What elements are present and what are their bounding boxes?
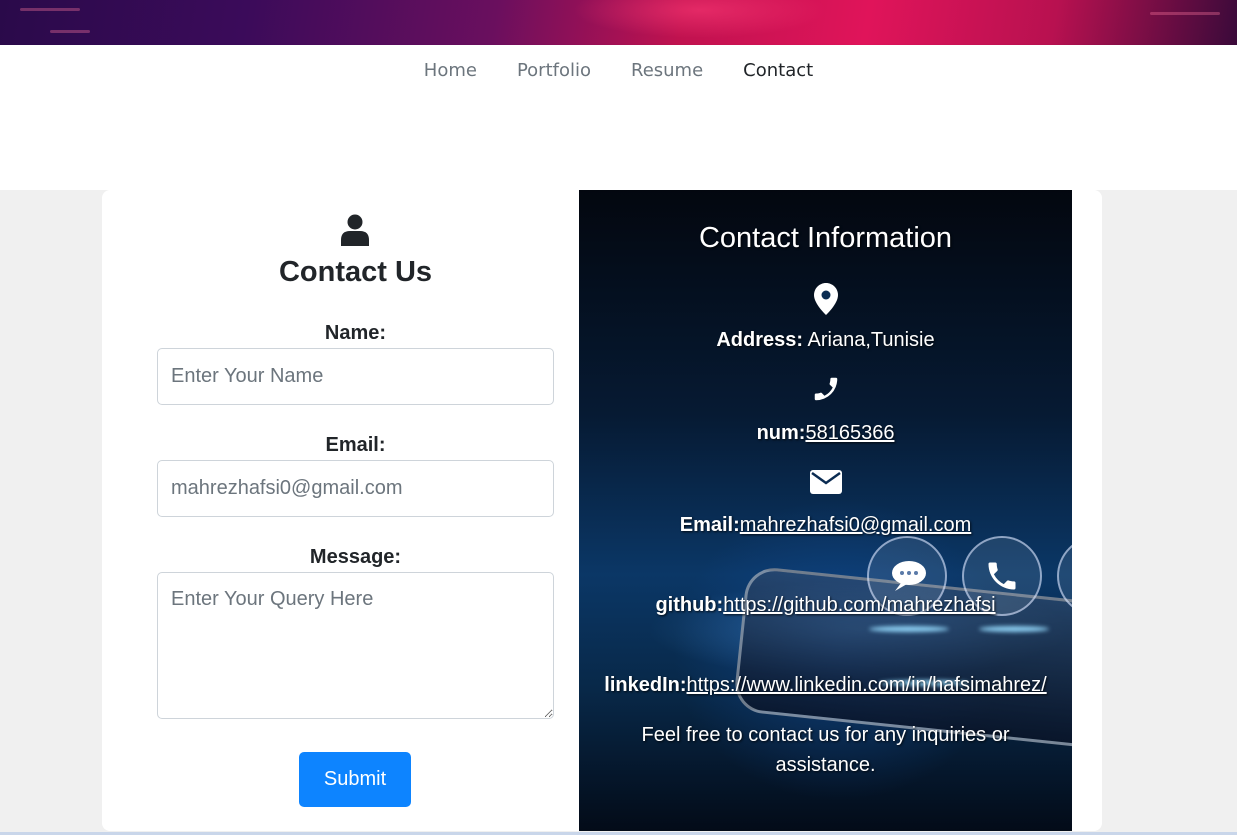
glow-light [979, 626, 1049, 632]
address-line: Address: Ariana,Tunisie [579, 329, 1072, 352]
email-link[interactable]: mahrezhafsi0@gmail.com [740, 514, 972, 536]
address-value: Ariana,Tunisie [807, 329, 935, 351]
message-textarea[interactable] [157, 572, 554, 719]
github-label: github: [655, 594, 724, 616]
email-line: Email:mahrezhafsi0@gmail.com [579, 514, 1072, 537]
contact-card: Contact Us Name: Email: Message: Submit [102, 190, 1102, 831]
top-navbar: Home Portfolio Resume Contact [0, 45, 1237, 95]
github-link[interactable]: https://github.com/mahrezhafsi [723, 594, 995, 616]
submit-button[interactable]: Submit [299, 752, 411, 807]
contact-form: Contact Us Name: Email: Message: Submit [102, 190, 579, 831]
banner-streak [1150, 12, 1220, 15]
name-label: Name: [324, 322, 387, 344]
phone-label: num: [756, 422, 806, 444]
spacer-band [0, 95, 1237, 190]
nav-home-link[interactable]: Home [404, 60, 497, 81]
linkedin-link[interactable]: https://www.linkedin.com/in/hafsimahrez/ [687, 674, 1047, 696]
user-icon [341, 214, 369, 246]
info-title: Contact Information [698, 222, 953, 254]
glow-light [869, 626, 949, 632]
name-input[interactable] [157, 348, 554, 405]
linkedin-line: linkedIn:https://www.linkedin.com/in/haf… [579, 674, 1072, 697]
phone-line: num:58165366 [579, 422, 1072, 445]
phone-icon [814, 377, 838, 401]
phone-link[interactable]: 58165366 [805, 422, 894, 444]
map-marker-icon [814, 283, 838, 315]
envelope-icon [810, 470, 842, 494]
message-label: Message: [309, 546, 402, 568]
nav-contact-link[interactable]: Contact [723, 60, 833, 81]
contact-info-panel: Contact Information Address: Ariana,Tuni… [579, 190, 1072, 831]
closing-text: Feel free to contact us for any inquirie… [641, 724, 1010, 776]
header-banner [0, 0, 1237, 45]
banner-streak [20, 8, 80, 11]
address-label: Address: [716, 329, 804, 351]
form-title: Contact Us [278, 256, 433, 288]
nav-portfolio-link[interactable]: Portfolio [497, 60, 611, 81]
banner-streak [50, 30, 90, 33]
email-label: Email: [325, 434, 386, 456]
linkedin-label: linkedIn: [604, 674, 687, 696]
email-label: Email: [679, 514, 740, 536]
email-input[interactable] [157, 460, 554, 517]
nav-resume-link[interactable]: Resume [611, 60, 723, 81]
github-line: github:https://github.com/mahrezhafsi [579, 594, 1072, 617]
